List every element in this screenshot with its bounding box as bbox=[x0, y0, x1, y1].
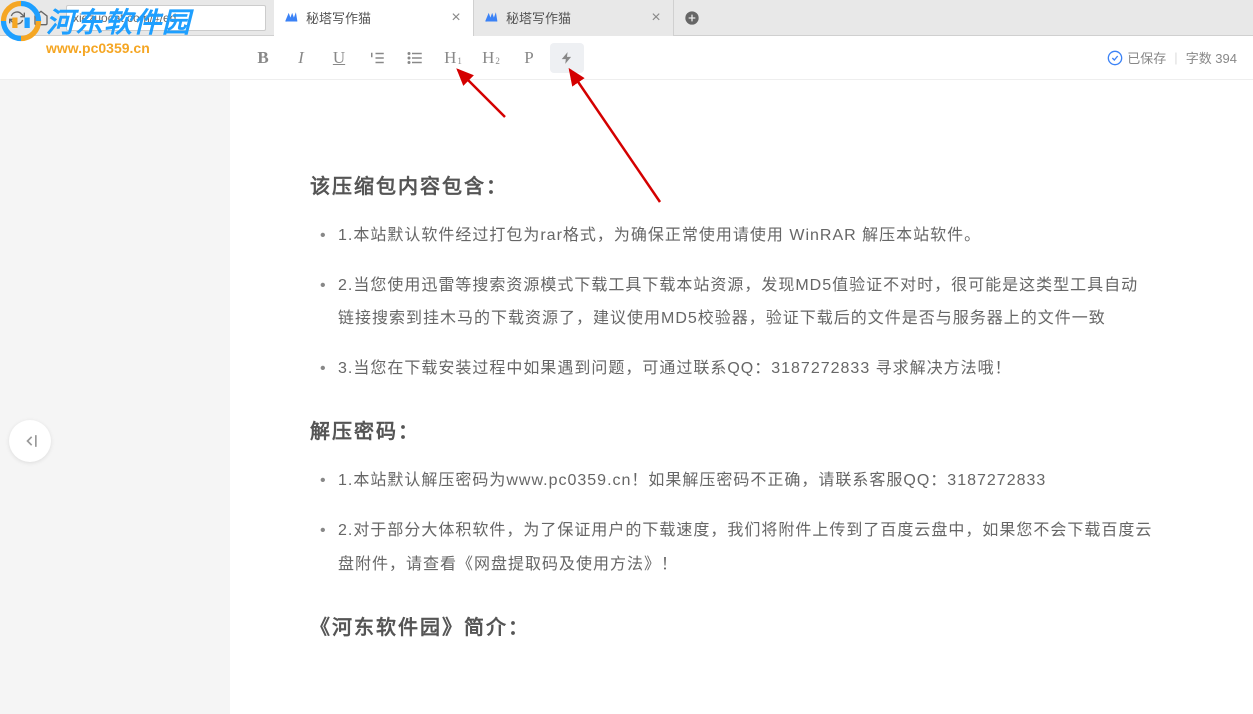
bold-button[interactable]: B bbox=[246, 43, 280, 73]
list-item: 2.对于部分大体积软件，为了保证用户的下载速度，我们将附件上传到了百度云盘中，如… bbox=[338, 514, 1153, 581]
document-content: 该压缩包内容包含： 1.本站默认软件经过打包为rar格式，为确保正常使用请使用 … bbox=[310, 170, 1153, 640]
list-archive: 1.本站默认软件经过打包为rar格式，为确保正常使用请使用 WinRAR 解压本… bbox=[310, 219, 1153, 385]
home-icon[interactable] bbox=[32, 9, 50, 27]
browser-tab-active[interactable]: 秘塔写作猫 × bbox=[274, 0, 474, 36]
browser-tab[interactable]: 秘塔写作猫 × bbox=[474, 0, 674, 36]
reload-icon[interactable] bbox=[8, 9, 26, 27]
lightning-button[interactable] bbox=[550, 43, 584, 73]
underline-button[interactable]: U bbox=[322, 43, 356, 73]
check-circle-icon bbox=[1107, 50, 1123, 66]
url-bar[interactable]: xiezuocat.com/#/ed bbox=[66, 5, 266, 31]
italic-button[interactable]: I bbox=[284, 43, 318, 73]
ordered-list-button[interactable] bbox=[360, 43, 394, 73]
nav-controls bbox=[0, 9, 58, 27]
exit-icon bbox=[20, 431, 40, 451]
list-item: 3.当您在下载安装过程中如果遇到问题，可通过联系QQ：3187272833 寻求… bbox=[338, 352, 1153, 386]
tab-favicon-icon bbox=[484, 11, 498, 25]
tab-favicon-icon bbox=[284, 11, 298, 25]
left-sidebar bbox=[0, 80, 60, 714]
saved-status: 已保存 bbox=[1107, 48, 1166, 67]
unordered-list-button[interactable] bbox=[398, 43, 432, 73]
list-item: 1.本站默认解压密码为www.pc0359.cn！如果解压密码不正确，请联系客服… bbox=[338, 464, 1153, 498]
paragraph-button[interactable]: P bbox=[512, 43, 546, 73]
heading-intro: 《河东软件园》简介： bbox=[310, 611, 1153, 640]
browser-bar: xiezuocat.com/#/ed 秘塔写作猫 × 秘塔写作猫 × bbox=[0, 0, 1253, 36]
new-tab-button[interactable] bbox=[674, 0, 710, 36]
close-icon[interactable]: × bbox=[449, 11, 463, 25]
saved-label: 已保存 bbox=[1127, 48, 1166, 67]
heading-password: 解压密码： bbox=[310, 415, 1153, 444]
heading-archive-contents: 该压缩包内容包含： bbox=[310, 170, 1153, 199]
url-text: xiezuocat.com/#/ed bbox=[73, 11, 176, 25]
word-count: 字数 394 bbox=[1186, 48, 1237, 67]
close-icon[interactable]: × bbox=[649, 11, 663, 25]
heading2-button[interactable]: H2 bbox=[474, 43, 508, 73]
browser-tabs: 秘塔写作猫 × 秘塔写作猫 × bbox=[274, 0, 710, 36]
status-divider: | bbox=[1174, 50, 1177, 65]
heading1-button[interactable]: H1 bbox=[436, 43, 470, 73]
list-item: 1.本站默认软件经过打包为rar格式，为确保正常使用请使用 WinRAR 解压本… bbox=[338, 219, 1153, 253]
list-item: 2.当您使用迅雷等搜索资源模式下载工具下载本站资源，发现MD5值验证不对时，很可… bbox=[338, 269, 1153, 336]
editor-toolbar: B I U H1 H2 P 已保存 | 字数 394 bbox=[0, 36, 1253, 80]
editor-area[interactable]: 该压缩包内容包含： 1.本站默认软件经过打包为rar格式，为确保正常使用请使用 … bbox=[230, 80, 1253, 714]
list-password: 1.本站默认解压密码为www.pc0359.cn！如果解压密码不正确，请联系客服… bbox=[310, 464, 1153, 581]
tab-title: 秘塔写作猫 bbox=[506, 8, 641, 27]
status-area: 已保存 | 字数 394 bbox=[1107, 48, 1237, 67]
collapse-button[interactable] bbox=[9, 420, 51, 462]
content-wrapper: 该压缩包内容包含： 1.本站默认软件经过打包为rar格式，为确保正常使用请使用 … bbox=[0, 80, 1253, 714]
tab-title: 秘塔写作猫 bbox=[306, 8, 441, 27]
